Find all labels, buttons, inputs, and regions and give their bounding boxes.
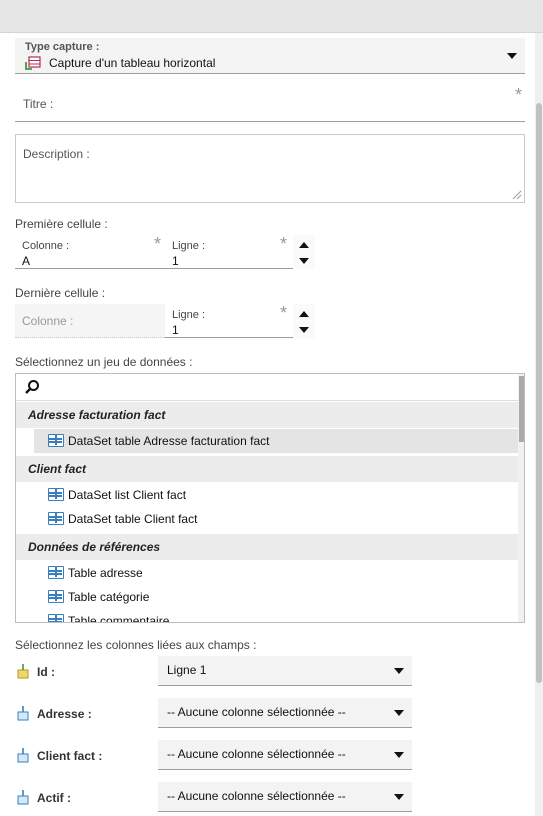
mapping-label: Client fact :	[37, 749, 103, 763]
search-icon	[25, 380, 39, 394]
mapping-label: Adresse :	[37, 707, 92, 721]
page-scroll-thumb[interactable]	[536, 103, 542, 683]
required-asterisk: *	[280, 303, 288, 323]
resize-handle-icon[interactable]	[512, 190, 522, 200]
table-icon	[48, 590, 64, 603]
select-value: -- Aucune colonne sélectionnée --	[167, 705, 346, 719]
stepper-down-icon[interactable]	[299, 327, 309, 333]
required-asterisk: *	[280, 234, 288, 254]
chevron-down-icon	[394, 752, 404, 758]
item-label: DataSet table Client fact	[68, 512, 198, 526]
list-item[interactable]: DataSet table Client fact	[16, 507, 518, 531]
select-value: Ligne 1	[167, 663, 207, 677]
premiere-cellule-title: Première cellule :	[15, 217, 108, 231]
table-capture-icon	[25, 56, 41, 70]
stepper-down-icon[interactable]	[299, 258, 309, 264]
item-label: Table catégorie	[68, 590, 150, 604]
dataset-group: Adresse facturation fact	[16, 402, 518, 428]
premiere-ligne-field[interactable]: Ligne : 1 *	[165, 235, 293, 269]
colonne-label: Colonne :	[22, 314, 74, 328]
description-label: Description :	[23, 147, 90, 161]
item-label: Table adresse	[68, 566, 143, 580]
list-item[interactable]: DataSet list Client fact	[16, 483, 518, 507]
mapping-row-adresse: Adresse : -- Aucune colonne sélectionnée…	[15, 698, 415, 730]
chevron-down-icon	[394, 794, 404, 800]
table-icon	[48, 566, 64, 579]
dataset-group: Client fact	[16, 456, 518, 482]
top-bar	[0, 0, 543, 33]
list-item[interactable]: Table catégorie	[16, 585, 518, 609]
stepper-up-icon[interactable]	[299, 311, 309, 317]
key-field-icon	[17, 664, 29, 679]
column-select[interactable]: -- Aucune colonne sélectionnée --	[158, 740, 412, 770]
mapping-row-id: Id : Ligne 1	[15, 656, 415, 688]
type-capture-value: Capture d'un tableau horizontal	[49, 56, 216, 70]
table-icon	[48, 614, 64, 622]
column-select[interactable]: -- Aucune colonne sélectionnée --	[158, 698, 412, 728]
ligne-label: Ligne :	[172, 309, 206, 321]
colonne-label: Colonne :	[22, 240, 70, 252]
group-label: Adresse facturation fact	[28, 408, 166, 422]
mapping-row-client-fact: Client fact : -- Aucune colonne sélectio…	[15, 740, 415, 772]
page-scrollbar[interactable]	[535, 33, 543, 816]
field-icon	[17, 706, 29, 721]
field-icon	[17, 748, 29, 763]
required-asterisk: *	[154, 234, 162, 254]
ligne-value: 1	[172, 323, 179, 337]
description-textarea[interactable]: Description :	[15, 134, 525, 203]
item-label: Table commentaire	[68, 614, 170, 623]
table-icon	[48, 434, 64, 447]
colonne-value: A	[22, 254, 31, 268]
ligne-label: Ligne :	[172, 240, 206, 252]
derniere-colonne-field: Colonne :	[15, 304, 165, 338]
field-icon	[17, 790, 29, 805]
chevron-down-icon	[507, 53, 517, 59]
dataset-list[interactable]: * Adresse facturation fact DataSet table…	[15, 373, 525, 623]
dataset-scrollbar[interactable]	[518, 374, 524, 622]
premiere-colonne-field[interactable]: Colonne : A *	[15, 235, 165, 269]
group-label: Client fact	[28, 462, 87, 476]
ligne-stepper[interactable]	[293, 304, 315, 338]
item-label: DataSet list Client fact	[68, 488, 187, 502]
titre-field[interactable]: Titre : *	[15, 86, 525, 122]
type-capture-label: Type capture :	[25, 41, 100, 53]
stepper-up-icon[interactable]	[299, 242, 309, 248]
list-item[interactable]: Table commentaire	[16, 609, 518, 623]
table-icon	[48, 488, 64, 501]
column-select[interactable]: -- Aucune colonne sélectionnée --	[158, 782, 412, 812]
list-item[interactable]: Table adresse	[16, 561, 518, 585]
item-label: DataSet table Adresse facturation fact	[68, 434, 270, 448]
ligne-value: 1	[172, 254, 179, 268]
table-icon	[48, 512, 64, 525]
column-select[interactable]: Ligne 1	[158, 656, 412, 686]
group-label: Données de références	[28, 540, 161, 554]
select-value: -- Aucune colonne sélectionnée --	[167, 789, 346, 803]
ligne-stepper[interactable]	[293, 235, 315, 269]
required-asterisk: *	[515, 85, 523, 105]
dataset-search-input[interactable]	[16, 374, 518, 401]
titre-label: Titre :	[23, 97, 54, 111]
dataset-scroll-thumb[interactable]	[519, 376, 524, 442]
dataset-title: Sélectionnez un jeu de données :	[15, 355, 193, 369]
type-capture-select[interactable]: Type capture : Capture d'un tableau hori…	[15, 38, 525, 74]
chevron-down-icon	[394, 668, 404, 674]
dataset-group: Données de références	[16, 534, 518, 560]
chevron-down-icon	[394, 710, 404, 716]
mapping-row-actif: Actif : -- Aucune colonne sélectionnée -…	[15, 782, 415, 814]
select-value: -- Aucune colonne sélectionnée --	[167, 747, 346, 761]
mapping-title: Sélectionnez les colonnes liées aux cham…	[15, 638, 257, 652]
derniere-cellule-title: Dernière cellule :	[15, 286, 106, 300]
mapping-label: Actif :	[37, 791, 71, 805]
list-item[interactable]: DataSet table Adresse facturation fact	[34, 429, 518, 453]
mapping-label: Id :	[37, 665, 55, 679]
derniere-ligne-field[interactable]: Ligne : 1 *	[165, 304, 293, 338]
